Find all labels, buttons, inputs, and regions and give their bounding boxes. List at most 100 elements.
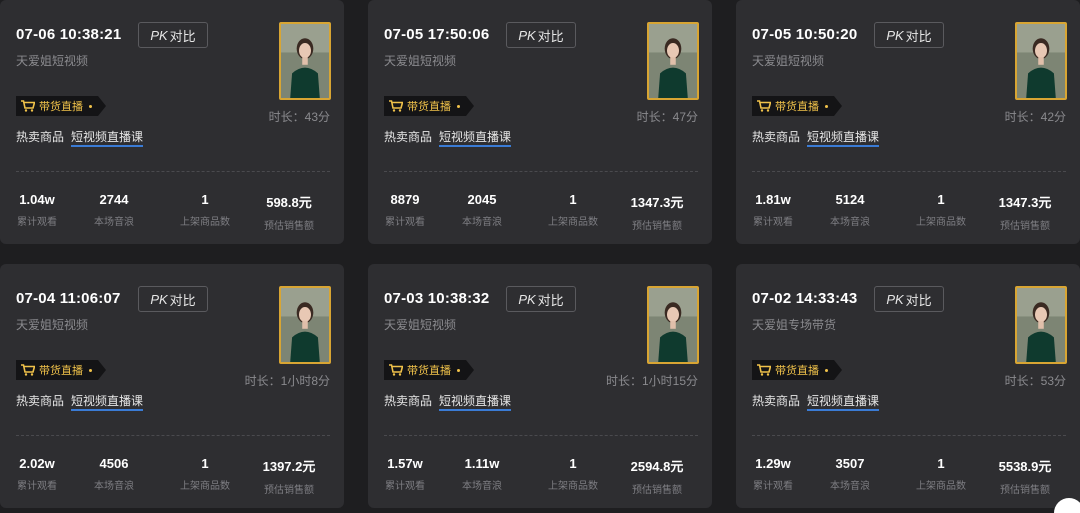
account-name: 天爱姐短视频 xyxy=(752,54,825,68)
live-commerce-tag: 带货直播 xyxy=(752,360,842,380)
live-tag-label: 带货直播 xyxy=(39,101,83,113)
pk-label: PK xyxy=(886,27,904,43)
stat-label: 预估销售额 xyxy=(1000,485,1050,496)
live-tag-label: 带货直播 xyxy=(39,365,83,377)
live-session-card[interactable]: 07-04 11:06:07 PK 对比 天爱姐短视频 带货直播 时长：1小时8分… xyxy=(0,264,344,508)
live-session-grid: 07-06 10:38:21 PK 对比 天爱姐短视频 带货直播 时长：43分 热… xyxy=(0,0,1080,513)
session-thumbnail[interactable] xyxy=(1015,22,1067,100)
portrait-image xyxy=(281,288,329,362)
stat-estimated-sales: 598.8元 预估销售额 xyxy=(244,192,334,232)
stat-products-listed: 1 上架商品数 xyxy=(896,192,986,228)
session-thumbnail[interactable] xyxy=(279,22,331,100)
hot-products-label: 热卖商品 xyxy=(752,130,801,144)
stat-value: 1 xyxy=(569,192,577,207)
session-thumbnail[interactable] xyxy=(1015,286,1067,364)
stat-sound-waves: 5124 本场音浪 xyxy=(805,192,895,228)
stat-value: 1397.2元 xyxy=(262,459,316,474)
session-duration: 时长：47分 xyxy=(636,110,698,124)
pk-label: PK xyxy=(886,291,904,307)
compare-label: 对比 xyxy=(169,292,196,308)
live-session-card[interactable]: 07-05 17:50:06 PK 对比 天爱姐短视频 带货直播 时长：47分 热… xyxy=(368,0,712,244)
session-thumbnail[interactable] xyxy=(647,22,699,100)
live-session-card[interactable]: 07-02 14:33:43 PK 对比 天爱姐专场带货 带货直播 时长：53分 … xyxy=(736,264,1080,508)
stat-label: 预估销售额 xyxy=(632,485,682,496)
live-tag-label: 带货直播 xyxy=(407,365,451,377)
pk-compare-button[interactable]: PK 对比 xyxy=(506,22,576,48)
session-datetime: 07-05 10:50:20 xyxy=(752,26,858,43)
hot-products-label: 热卖商品 xyxy=(384,130,433,144)
stat-label: 上架商品数 xyxy=(548,481,598,492)
stat-label: 本场音浪 xyxy=(94,481,134,492)
stat-value: 1 xyxy=(937,456,945,471)
stat-value: 2594.8元 xyxy=(630,459,684,474)
dashed-divider xyxy=(752,435,1066,436)
hot-product-link[interactable]: 短视频直播课 xyxy=(439,392,512,411)
stat-value: 1 xyxy=(201,192,209,207)
pk-compare-button[interactable]: PK 对比 xyxy=(138,22,208,48)
account-name: 天爱姐短视频 xyxy=(16,54,89,68)
pk-label: PK xyxy=(518,27,536,43)
pk-label: PK xyxy=(150,291,168,307)
pk-compare-button[interactable]: PK 对比 xyxy=(874,22,944,48)
stat-value: 1.11w xyxy=(464,456,500,471)
shopping-cart-icon xyxy=(757,100,771,112)
compare-label: 对比 xyxy=(905,28,932,44)
stat-estimated-sales: 5538.9元 预估销售额 xyxy=(980,456,1070,496)
portrait-image xyxy=(649,288,697,362)
stat-estimated-sales: 2594.8元预估销售额 xyxy=(612,456,702,496)
account-name: 天爱姐专场带货 xyxy=(752,318,837,332)
stat-label: 本场音浪 xyxy=(830,481,870,492)
stat-products-listed: 1 上架商品数 xyxy=(896,456,986,492)
stat-label: 本场音浪 xyxy=(462,217,502,228)
session-duration: 时长：1小时8分 xyxy=(244,374,330,388)
live-commerce-tag: 带货直播 xyxy=(16,360,106,380)
tag-dot xyxy=(457,105,460,108)
dashed-divider xyxy=(384,171,698,172)
pk-compare-button[interactable]: PK 对比 xyxy=(138,286,208,312)
tag-dot xyxy=(457,369,460,372)
tag-dot xyxy=(825,105,828,108)
hot-product-link[interactable]: 短视频直播课 xyxy=(807,128,880,147)
live-commerce-tag: 带货直播 xyxy=(752,96,842,116)
live-session-card[interactable]: 07-06 10:38:21 PK 对比 天爱姐短视频 带货直播 时长：43分 热… xyxy=(0,0,344,244)
shopping-cart-icon xyxy=(757,364,771,376)
pk-compare-button[interactable]: PK 对比 xyxy=(874,286,944,312)
live-tag-label: 带货直播 xyxy=(775,101,819,113)
stat-estimated-sales: 1397.2元 预估销售额 xyxy=(244,456,334,496)
pk-compare-button[interactable]: PK 对比 xyxy=(506,286,576,312)
stat-label: 本场音浪 xyxy=(462,481,502,492)
hot-products-label: 热卖商品 xyxy=(384,394,433,408)
hot-product-link[interactable]: 短视频直播课 xyxy=(439,128,512,147)
compare-label: 对比 xyxy=(537,28,564,44)
session-thumbnail[interactable] xyxy=(279,286,331,364)
pk-label: PK xyxy=(150,27,168,43)
live-commerce-tag: 带货直播 xyxy=(384,96,474,116)
live-session-card[interactable]: 07-03 10:38:32 PK 对比 天爱姐短视频 带货直播 时长：1小时15… xyxy=(368,264,712,508)
stat-value: 2744 xyxy=(99,192,129,207)
dashed-divider xyxy=(16,435,330,436)
portrait-image xyxy=(281,24,329,98)
tag-dot xyxy=(89,105,92,108)
stat-value: 1 xyxy=(201,456,209,471)
portrait-image xyxy=(1017,288,1065,362)
session-datetime: 07-02 14:33:43 xyxy=(752,290,858,307)
hot-product-link[interactable]: 短视频直播课 xyxy=(71,392,144,411)
stat-products-listed: 1 上架商品数 xyxy=(160,456,250,492)
stat-label: 预估销售额 xyxy=(264,221,314,232)
dashed-divider xyxy=(752,171,1066,172)
live-tag-label: 带货直播 xyxy=(407,101,451,113)
shopping-cart-icon xyxy=(389,364,403,376)
session-thumbnail[interactable] xyxy=(647,286,699,364)
live-tag-label: 带货直播 xyxy=(775,365,819,377)
session-datetime: 07-06 10:38:21 xyxy=(16,26,122,43)
stat-sound-waves: 2744 本场音浪 xyxy=(69,192,159,228)
hot-product-link[interactable]: 短视频直播课 xyxy=(71,128,144,147)
hot-product-link[interactable]: 短视频直播课 xyxy=(807,392,880,411)
stat-label: 预估销售额 xyxy=(632,221,682,232)
stat-label: 上架商品数 xyxy=(916,217,966,228)
session-duration: 时长：42分 xyxy=(1004,110,1066,124)
stat-value: 1347.3元 xyxy=(998,195,1052,210)
live-session-card[interactable]: 07-05 10:50:20 PK 对比 天爱姐短视频 带货直播 时长：42分 热… xyxy=(736,0,1080,244)
stat-sound-waves: 4506 本场音浪 xyxy=(69,456,159,492)
stat-value: 4506 xyxy=(99,456,129,471)
